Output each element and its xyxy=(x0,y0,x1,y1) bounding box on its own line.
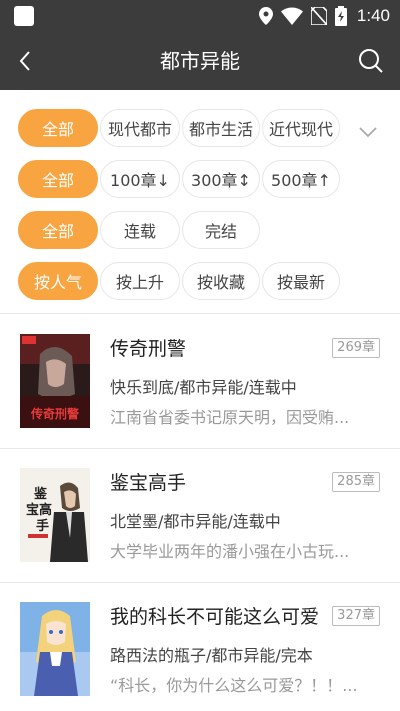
book-cover xyxy=(20,602,90,696)
book-list-item[interactable]: 传奇刑警 传奇刑警 269章 快乐到底/都市异能/连载中 江南省省委书记原天明，… xyxy=(0,314,400,448)
chapter-count-badge: 269章 xyxy=(332,338,380,358)
search-icon xyxy=(359,49,383,73)
book-meta: 路西法的瓶子/都市异能/完本 xyxy=(110,646,313,665)
book-cover: 传奇刑警 xyxy=(20,334,90,428)
status-icons: 1:40 xyxy=(258,0,390,32)
app-header: 都市异能 xyxy=(0,32,400,90)
chapter-count-badge: 285章 xyxy=(332,472,380,492)
status-time: 1:40 xyxy=(356,6,390,25)
location-icon xyxy=(258,7,273,25)
cover-title: 传奇刑警 xyxy=(30,406,79,421)
book-list-item[interactable]: 鉴 宝高 手 鉴宝高手 285章 北堂墨/都市异能/连载中 大学毕业两年的潘小强… xyxy=(0,448,400,582)
status-chip-serializing[interactable]: 连载 xyxy=(100,211,180,249)
notification-icon xyxy=(14,6,34,26)
length-filter-row: 全部 100章↓ 300章↕ 500章↑ xyxy=(18,159,342,199)
sort-chip-latest[interactable]: 按最新 xyxy=(262,262,340,300)
page-title: 都市异能 xyxy=(160,49,240,73)
book-title: 鉴宝高手 xyxy=(110,472,187,494)
no-sim-icon xyxy=(310,7,327,25)
length-chip-500[interactable]: 500章↑ xyxy=(262,160,340,198)
category-filter-row: 全部 现代都市 都市生活 近代现代 xyxy=(18,108,342,148)
svg-text:手: 手 xyxy=(36,518,49,534)
status-chip-completed[interactable]: 完结 xyxy=(182,211,260,249)
status-filter-row: 全部 连载 完结 xyxy=(18,210,262,250)
book-meta: 快乐到底/都市异能/连载中 xyxy=(110,378,297,397)
search-button[interactable] xyxy=(356,46,386,76)
sort-chip-favorites[interactable]: 按收藏 xyxy=(182,262,260,300)
category-chip-recent-modern[interactable]: 近代现代 xyxy=(262,109,340,147)
sort-filter-row: 按人气 按上升 按收藏 按最新 xyxy=(18,261,342,301)
book-meta: 北堂墨/都市异能/连载中 xyxy=(110,512,281,531)
svg-text:宝高: 宝高 xyxy=(26,502,52,518)
category-chip-all[interactable]: 全部 xyxy=(18,109,98,147)
status-chip-all[interactable]: 全部 xyxy=(18,211,98,249)
length-chip-300[interactable]: 300章↕ xyxy=(182,160,260,198)
status-bar: 1:40 xyxy=(0,0,400,32)
sort-chip-rising[interactable]: 按上升 xyxy=(100,262,180,300)
category-chip-modern-city[interactable]: 现代都市 xyxy=(100,109,180,147)
filter-panel: 全部 现代都市 都市生活 近代现代 全部 100章↓ 300章↕ 500章↑ 全… xyxy=(0,90,400,314)
book-cover: 鉴 宝高 手 xyxy=(20,468,90,562)
book-list-item[interactable]: 我的科长不可能这么可爱 327章 路西法的瓶子/都市异能/完本 “科长，你为什么… xyxy=(0,582,400,711)
wifi-icon xyxy=(280,7,303,25)
chevron-down-icon xyxy=(359,127,377,138)
category-chip-city-life[interactable]: 都市生活 xyxy=(182,109,260,147)
svg-text:鉴: 鉴 xyxy=(33,486,48,502)
chapter-count-badge: 327章 xyxy=(332,606,380,626)
length-chip-all[interactable]: 全部 xyxy=(18,160,98,198)
book-description: 江南省省委书记原天明，因受贿... xyxy=(110,408,350,427)
expand-categories-button[interactable] xyxy=(356,120,380,144)
length-chip-100[interactable]: 100章↓ xyxy=(100,160,180,198)
book-description: 大学毕业两年的潘小强在小古玩... xyxy=(110,542,350,561)
book-title: 我的科长不可能这么可爱 xyxy=(110,606,320,628)
sort-chip-popularity[interactable]: 按人气 xyxy=(18,262,98,300)
battery-charging-icon xyxy=(334,6,347,26)
book-description: “科长，你为什么这么可爱？！！... xyxy=(110,676,358,695)
book-title: 传奇刑警 xyxy=(110,338,187,360)
